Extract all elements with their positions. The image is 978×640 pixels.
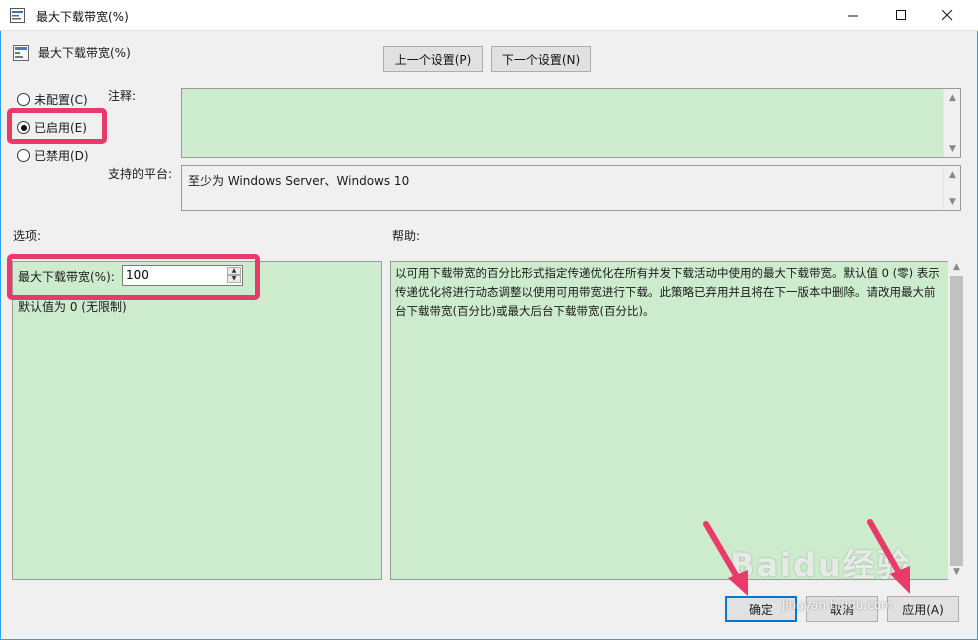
max-bandwidth-value[interactable]: 100 (126, 268, 149, 282)
radio-label: 未配置(C) (34, 93, 88, 107)
radio-circle[interactable] (17, 93, 30, 106)
scroll-down-icon[interactable]: ▼ (944, 193, 961, 210)
radio-label: 已启用(E) (34, 121, 87, 135)
supported-platform-box: 至少为 Windows Server、Windows 10 ▲ ▼ (181, 165, 961, 211)
policy-setting-icon (13, 45, 29, 61)
maximize-icon (895, 10, 906, 20)
radio-not-configured[interactable]: 未配置(C) (17, 91, 88, 108)
scroll-thumb[interactable] (950, 276, 963, 566)
comment-textarea[interactable]: ▲ ▼ (181, 88, 961, 158)
scroll-down-icon[interactable]: ▼ (948, 563, 965, 580)
minimize-button[interactable] (830, 0, 876, 31)
ok-button[interactable]: 确定 (725, 596, 797, 622)
supported-platform-label: 支持的平台: (108, 167, 173, 181)
options-label: 选项: (13, 229, 42, 243)
window-title: 最大下载带宽(%) (36, 10, 129, 24)
radio-label: 已禁用(D) (34, 149, 89, 163)
apply-button[interactable]: 应用(A) (887, 596, 959, 622)
next-setting-button[interactable]: 下一个设置(N) (491, 46, 591, 72)
max-bandwidth-label: 最大下载带宽(%): (18, 270, 115, 284)
cancel-button[interactable]: 取消 (806, 596, 878, 622)
scroll-up-icon[interactable]: ▲ (944, 89, 961, 106)
close-icon (941, 10, 952, 21)
previous-setting-button[interactable]: 上一个设置(P) (383, 46, 483, 72)
options-panel: 最大下载带宽(%): 100 ▲ ▼ 默认值为 0 (无限制) (12, 261, 382, 580)
comment-label: 注释: (108, 89, 137, 103)
radio-circle[interactable] (17, 121, 30, 134)
policy-title: 最大下载带宽(%) (38, 46, 131, 60)
spin-up-icon[interactable]: ▲ (227, 267, 241, 275)
policy-app-icon (10, 8, 25, 23)
maximize-button[interactable] (878, 0, 924, 31)
comment-scrollbar[interactable]: ▲ ▼ (943, 89, 960, 157)
scroll-up-icon[interactable]: ▲ (948, 258, 965, 275)
spin-buttons[interactable]: ▲ ▼ (227, 267, 241, 284)
spin-down-icon[interactable]: ▼ (227, 275, 241, 283)
supported-platform-value: 至少为 Windows Server、Windows 10 (188, 174, 410, 188)
radio-circle[interactable] (17, 149, 30, 162)
default-value-note: 默认值为 0 (无限制) (18, 300, 127, 314)
help-label: 帮助: (392, 229, 421, 243)
radio-enabled[interactable]: 已启用(E) (17, 119, 87, 136)
max-bandwidth-spinbox[interactable]: 100 ▲ ▼ (122, 265, 243, 286)
radio-disabled[interactable]: 已禁用(D) (17, 147, 89, 164)
close-button[interactable] (924, 0, 970, 31)
outer-scrollbar[interactable]: ▲ ▼ (948, 258, 965, 580)
platform-scrollbar[interactable]: ▲ ▼ (943, 166, 960, 210)
help-text: 以可用下载带宽的百分比形式指定传递优化在所有并发下载活动中使用的最大下载带宽。默… (395, 266, 940, 318)
minimize-icon (847, 15, 858, 17)
scroll-down-icon[interactable]: ▼ (944, 140, 961, 157)
help-panel: 以可用下载带宽的百分比形式指定传递优化在所有并发下载活动中使用的最大下载带宽。默… (390, 261, 961, 580)
title-bar: 最大下载带宽(%) (0, 0, 978, 31)
scroll-up-icon[interactable]: ▲ (944, 166, 961, 183)
